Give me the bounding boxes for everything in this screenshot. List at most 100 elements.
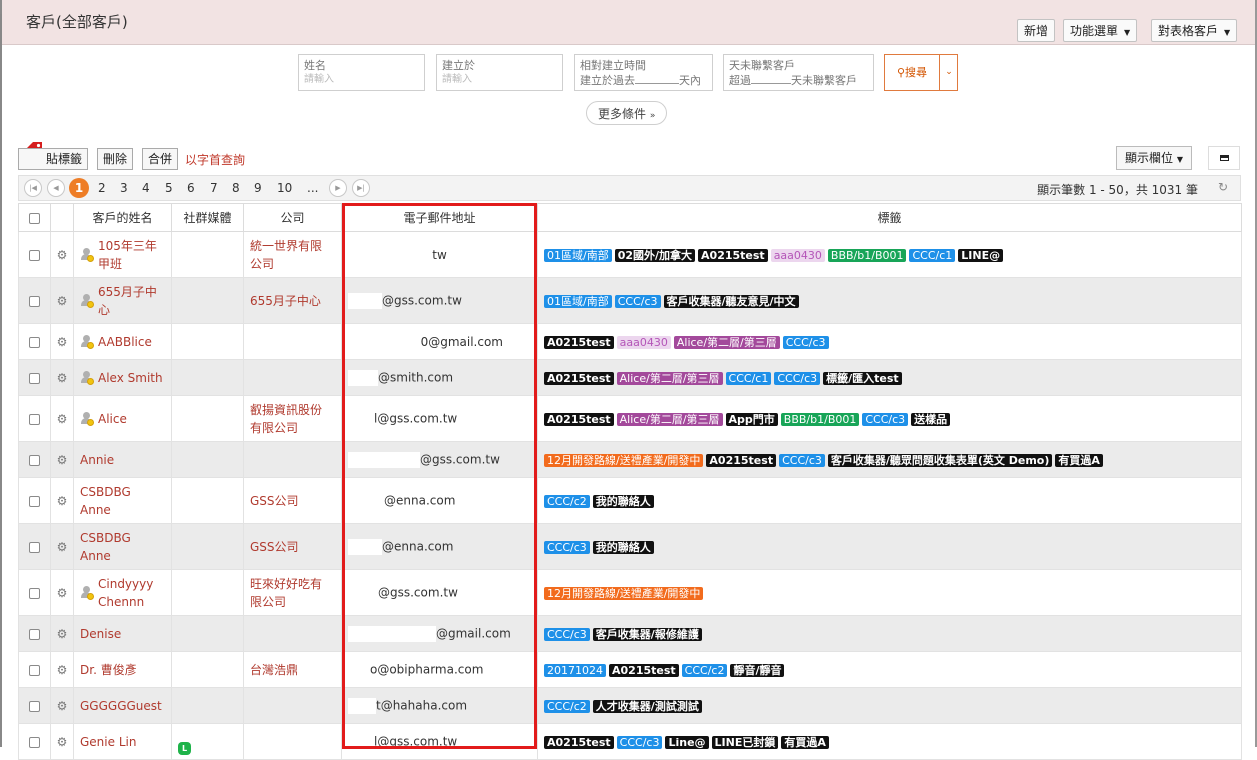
row-settings-cell[interactable]: ⚙ — [50, 395, 74, 442]
email-cell[interactable]: @enna.com — [341, 523, 538, 570]
row-checkbox[interactable] — [29, 700, 40, 712]
page-number[interactable]: 8 — [232, 181, 240, 195]
row-select-cell[interactable] — [18, 523, 51, 570]
customer-name-cell[interactable]: Alice — [73, 395, 172, 442]
gear-icon[interactable]: ⚙ — [57, 294, 68, 308]
customer-name-link[interactable]: 655月子中心 — [98, 283, 157, 319]
tag-badge[interactable]: Alice/第二層/第三層 — [673, 335, 780, 349]
row-settings-cell[interactable]: ⚙ — [50, 359, 74, 396]
table-row[interactable]: ⚙ AABBlice 0@gmail.com A0215test aaa0430 Alic… — [18, 323, 1242, 360]
email-address[interactable]: @enna.com — [382, 539, 453, 553]
email-address[interactable]: @gss.com.tw — [382, 293, 462, 307]
row-select-cell[interactable] — [18, 651, 51, 688]
gear-icon[interactable]: ⚙ — [57, 663, 68, 677]
tag-badge[interactable]: CCC/c3 — [862, 412, 909, 426]
email-cell[interactable]: @gmail.com — [341, 615, 538, 652]
customer-name-link[interactable]: Annie — [80, 451, 114, 469]
tag-badge[interactable]: 靜音/靜音 — [730, 663, 785, 677]
row-select-cell[interactable] — [18, 277, 51, 324]
gear-icon[interactable]: ⚙ — [57, 371, 68, 385]
page-number[interactable]: 6 — [187, 181, 195, 195]
row-select-cell[interactable] — [18, 615, 51, 652]
no-contact-days-input[interactable] — [751, 73, 791, 84]
gear-icon[interactable]: ⚙ — [57, 412, 68, 426]
row-checkbox[interactable] — [29, 295, 40, 307]
row-settings-cell[interactable]: ⚙ — [50, 231, 74, 278]
customer-name-link[interactable]: AABBlice — [98, 333, 152, 351]
tag-badge[interactable]: A0215test — [706, 453, 777, 467]
header-company[interactable]: 公司 — [243, 203, 342, 232]
customer-name-link[interactable]: Cindyyyy Chennn — [98, 575, 153, 611]
table-row[interactable]: ⚙ Annie @gss.com.tw 12月開發路線/送禮產業/開發中 A0215te… — [18, 441, 1242, 478]
tag-badge[interactable]: A0215test — [698, 248, 768, 262]
tag-badge[interactable]: 12月開發路線/送禮產業/開發中 — [544, 453, 704, 467]
row-checkbox[interactable] — [29, 413, 40, 425]
email-address[interactable]: @gmail.com — [436, 626, 511, 640]
customer-name-cell[interactable]: 655月子中心 — [73, 277, 172, 324]
table-row[interactable]: ⚙ Genie Lin Ll@gss.com.tw A0215test CCC/c3 Li… — [18, 723, 1242, 760]
email-address[interactable]: l@gss.com.tw — [374, 734, 457, 748]
tag-badge[interactable]: CCC/c2 — [544, 699, 590, 713]
gear-icon[interactable]: ⚙ — [57, 248, 68, 262]
customer-name-link[interactable]: Dr. 曹俊彥 — [80, 661, 137, 679]
tag-badge[interactable]: aaa0430 — [770, 248, 825, 262]
select-all-checkbox[interactable] — [29, 212, 40, 224]
customer-name-cell[interactable]: CSBDBG Anne — [73, 523, 172, 570]
email-address[interactable]: @enna.com — [384, 493, 455, 507]
days-input[interactable] — [635, 73, 679, 84]
company-name[interactable]: 655月子中心 — [250, 292, 335, 310]
page-number[interactable]: 9 — [254, 181, 262, 195]
tag-badge[interactable]: 客戶收集器/聽友意見/中文 — [663, 294, 799, 308]
page-number[interactable]: 1 — [69, 178, 89, 198]
row-settings-cell[interactable]: ⚙ — [50, 723, 74, 760]
delete-button[interactable]: 刪除 — [97, 148, 134, 170]
tag-badge[interactable]: aaa0430 — [616, 335, 671, 349]
email-cell[interactable]: l@gss.com.tw — [341, 723, 538, 760]
customer-name-link[interactable]: CSBDBG Anne — [80, 483, 131, 519]
tag-badge[interactable]: CCC/c2 — [544, 494, 590, 508]
header-email[interactable]: 電子郵件地址 — [341, 203, 538, 232]
table-row[interactable]: ⚙ 655月子中心 655月子中心 @gss.com.tw 01區域/南部 CCC/c3 客… — [18, 277, 1242, 324]
customer-name-link[interactable]: CSBDBG Anne — [80, 529, 131, 565]
email-address[interactable]: @gss.com.tw — [378, 585, 458, 599]
table-row[interactable]: ⚙ CSBDBG Anne GSS公司 @enna.com CCC/c3 我的聯絡人 — [18, 523, 1242, 570]
tag-badge[interactable]: CCC/c1 — [909, 248, 956, 262]
name-filter[interactable]: 姓名 請輸入 — [298, 54, 425, 91]
gear-icon[interactable]: ⚙ — [57, 494, 68, 508]
page-number[interactable]: 7 — [210, 181, 218, 195]
tag-button[interactable]: 貼標籤 — [18, 148, 89, 170]
customer-name-link[interactable]: 105年三年 甲班 — [98, 237, 157, 273]
header-social[interactable]: 社群媒體 — [171, 203, 244, 232]
table-row[interactable]: ⚙ Alex Smith @smith.com A0215test Alice/第二層/… — [18, 359, 1242, 396]
row-settings-cell[interactable]: ⚙ — [50, 523, 74, 570]
email-cell[interactable]: @gss.com.tw — [341, 569, 538, 616]
gear-icon[interactable]: ⚙ — [57, 335, 68, 349]
tag-badge[interactable]: CCC/c3 — [782, 335, 829, 349]
line-social-icon[interactable]: L — [178, 742, 191, 755]
row-select-cell[interactable] — [18, 395, 51, 442]
row-settings-cell[interactable]: ⚙ — [50, 277, 74, 324]
page-ellipsis[interactable]: ... — [307, 181, 318, 195]
tag-badge[interactable]: CCC/c2 — [681, 663, 728, 677]
tag-badge[interactable]: 客戶收集器/聽眾問題收集表單(英文 Demo) — [827, 453, 1053, 467]
tag-badge[interactable]: BBB/b1/B001 — [827, 248, 907, 262]
gear-icon[interactable]: ⚙ — [57, 735, 68, 749]
tag-badge[interactable]: 我的聯絡人 — [592, 494, 654, 508]
page-number[interactable]: 4 — [142, 181, 150, 195]
email-cell[interactable]: @enna.com — [341, 477, 538, 524]
header-tags[interactable]: 標籤 — [537, 203, 1242, 232]
email-cell[interactable]: 0@gmail.com — [341, 323, 538, 360]
row-checkbox[interactable] — [29, 628, 40, 640]
company-name[interactable]: 旺來好好吃有 限公司 — [250, 575, 335, 611]
tag-badge[interactable]: A0215test — [544, 412, 614, 426]
email-address[interactable]: o@obipharma.com — [370, 662, 483, 676]
customer-name-cell[interactable]: GGGGGGuest — [73, 687, 172, 724]
company-name[interactable]: 台灣浩鼎 — [250, 661, 335, 679]
email-address[interactable]: tw — [432, 248, 447, 262]
created-filter[interactable]: 建立於 請輸入 — [436, 54, 563, 91]
tag-badge[interactable]: LINE@ — [958, 248, 1004, 262]
row-checkbox[interactable] — [29, 541, 40, 553]
page-number[interactable]: 5 — [165, 181, 173, 195]
page-number[interactable]: 2 — [98, 181, 106, 195]
email-cell[interactable]: @gss.com.tw — [341, 277, 538, 324]
